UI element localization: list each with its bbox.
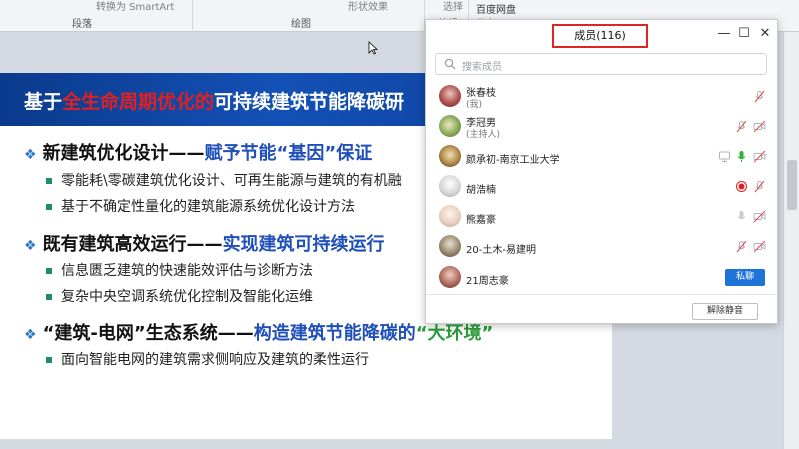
member-name: 20-土木-易建明 xyxy=(466,245,536,256)
member-row[interactable]: 张春枝 (我) xyxy=(426,82,777,112)
sub-item: 零能耗\零碳建筑优化设计、可再生能源与建筑的有机融 xyxy=(46,170,402,190)
mic-muted-icon[interactable] xyxy=(735,120,748,133)
bullet-black-text: 既有建筑高效运行—— xyxy=(42,234,223,255)
minimize-icon[interactable]: — xyxy=(716,26,732,42)
bullet-blue-text: 赋予节能“基因”保证 xyxy=(204,143,373,164)
camera-off-icon[interactable] xyxy=(753,210,766,223)
avatar xyxy=(439,235,461,257)
mic-muted-icon[interactable] xyxy=(753,180,766,193)
avatar xyxy=(439,115,461,137)
member-name: 胡浩楠 xyxy=(466,185,496,196)
member-name: 颜承初-南京工业大学 xyxy=(466,155,560,166)
bullet-building-grid: ❖ “建筑-电网”生态系统——构造建筑节能降碳的“大环境” xyxy=(24,319,493,345)
avatar xyxy=(439,266,461,288)
camera-off-icon[interactable] xyxy=(753,240,766,253)
square-bullet-icon xyxy=(46,268,52,274)
member-tag: (我) xyxy=(466,100,483,110)
square-bullet-icon xyxy=(46,357,52,363)
member-row[interactable]: 熊嘉豪 xyxy=(426,202,777,232)
search-input[interactable]: 搜索成员 xyxy=(435,53,767,75)
convert-smartart-button[interactable]: 转换为 SmartArt xyxy=(96,0,174,13)
title-suffix: 可持续建筑节能降碳研 xyxy=(214,91,405,113)
title-highlight: 全生命周期优化的 xyxy=(62,91,215,113)
panel-title: 成员(116) xyxy=(552,24,648,48)
group-label-drawing: 绘图 xyxy=(291,19,311,30)
close-icon[interactable]: ✕ xyxy=(757,26,773,42)
shape-effects-button[interactable]: 形状效果 xyxy=(348,0,388,13)
members-panel: 成员(116) — ☐ ✕ 搜索成员 张春枝 (我) 李冠男 (主持人) 颜承初… xyxy=(425,19,778,324)
square-bullet-icon xyxy=(46,204,52,210)
sub-item: 复杂中央空调系统优化控制及智能化运维 xyxy=(46,286,313,306)
avatar xyxy=(439,175,461,197)
member-row[interactable]: 21周志豪 私聊 xyxy=(426,263,777,293)
member-row[interactable]: 李冠男 (主持人) xyxy=(426,112,777,142)
title-prefix: 基于 xyxy=(24,91,63,113)
mic-on-icon[interactable] xyxy=(735,150,748,163)
panel-header: 成员(116) — ☐ ✕ xyxy=(426,20,777,49)
maximize-icon[interactable]: ☐ xyxy=(736,26,752,42)
member-name: 熊嘉豪 xyxy=(466,215,496,226)
bullet-existing-building: ❖ 既有建筑高效运行——实现建筑可持续运行 xyxy=(24,230,385,256)
sub-item-text: 复杂中央空调系统优化控制及智能化运维 xyxy=(61,289,313,305)
private-chat-button[interactable]: 私聊 xyxy=(725,269,765,286)
camera-off-icon[interactable] xyxy=(753,150,766,163)
avatar xyxy=(439,205,461,227)
vertical-scrollbar[interactable] xyxy=(783,32,799,449)
square-bullet-icon xyxy=(46,294,52,300)
member-name: 21周志豪 xyxy=(466,276,509,287)
bullet-new-building: ❖ 新建筑优化设计——赋予节能“基因”保证 xyxy=(24,139,372,165)
record-icon[interactable] xyxy=(735,180,748,193)
bullet-blue-text: 构造建筑节能降碳的 xyxy=(253,323,416,344)
diamond-bullet-icon: ❖ xyxy=(24,327,37,343)
sub-item-text: 信息匮乏建筑的快速能效评估与诊断方法 xyxy=(61,263,313,279)
mouse-cursor-icon xyxy=(368,41,378,55)
screen-share-icon[interactable] xyxy=(718,150,731,163)
sub-item: 面向智能电网的建筑需求侧响应及建筑的柔性运行 xyxy=(46,349,369,369)
sub-item: 信息匮乏建筑的快速能效评估与诊断方法 xyxy=(46,260,313,280)
avatar xyxy=(439,145,461,167)
slide-title: 基于全生命周期优化的可持续建筑节能降碳研 xyxy=(24,87,404,114)
panel-divider xyxy=(426,294,777,295)
member-row[interactable]: 胡浩楠 xyxy=(426,172,777,202)
bullet-black-text: 新建筑优化设计—— xyxy=(42,143,205,164)
sub-item-text: 零能耗\零碳建筑优化设计、可再生能源与建筑的有机融 xyxy=(61,173,402,189)
sub-item: 基于不确定性量化的建筑能源系统优化设计方法 xyxy=(46,196,355,216)
diamond-bullet-icon: ❖ xyxy=(24,238,37,254)
bullet-blue-text: 实现建筑可持续运行 xyxy=(222,234,385,255)
mic-muted-icon[interactable] xyxy=(735,240,748,253)
member-row[interactable]: 20-土木-易建明 xyxy=(426,232,777,262)
bullet-green-text: “大环境” xyxy=(415,323,494,344)
sub-item-text: 基于不确定性量化的建筑能源系统优化设计方法 xyxy=(61,199,355,215)
scrollbar-thumb[interactable] xyxy=(787,160,797,210)
member-tag: (主持人) xyxy=(466,130,501,140)
member-row[interactable]: 颜承初-南京工业大学 xyxy=(426,142,777,172)
search-icon xyxy=(444,58,456,70)
avatar xyxy=(439,85,461,107)
mic-icon[interactable] xyxy=(735,210,748,223)
square-bullet-icon xyxy=(46,178,52,184)
baidu-pan-button[interactable]: 百度网盘 xyxy=(476,1,516,16)
diamond-bullet-icon: ❖ xyxy=(24,147,37,163)
bullet-black-text: “建筑-电网”生态系统—— xyxy=(42,323,254,344)
camera-off-icon[interactable] xyxy=(753,120,766,133)
select-button[interactable]: 选择 xyxy=(443,0,463,13)
search-placeholder: 搜索成员 xyxy=(462,62,502,73)
group-label-paragraph: 段落 xyxy=(72,19,92,30)
sub-item-text: 面向智能电网的建筑需求侧响应及建筑的柔性运行 xyxy=(61,352,369,368)
mic-muted-icon[interactable] xyxy=(753,90,766,103)
ribbon-separator xyxy=(192,0,193,30)
unmute-all-button[interactable]: 解除静音 xyxy=(692,303,758,320)
